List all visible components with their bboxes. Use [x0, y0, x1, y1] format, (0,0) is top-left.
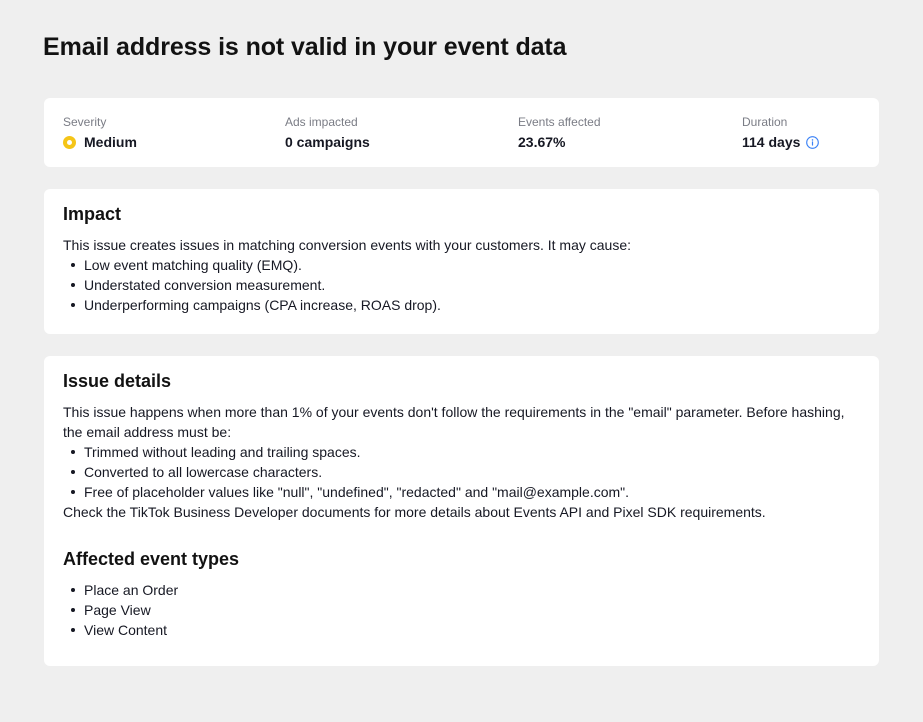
issue-details-body: This issue happens when more than 1% of … — [63, 402, 863, 522]
list-item: Trimmed without leading and trailing spa… — [63, 442, 863, 462]
affected-event-types-list: Place an Order Page View View Content — [63, 580, 863, 640]
issue-detail-page: Email address is not valid in your event… — [0, 0, 923, 722]
list-item: Page View — [63, 600, 863, 620]
list-item: Underperforming campaigns (CPA increase,… — [63, 295, 863, 315]
severity-value: Medium — [84, 134, 137, 150]
events-affected-label: Events affected — [518, 115, 601, 129]
impact-card: Impact This issue creates issues in matc… — [44, 189, 879, 334]
impact-list: Low event matching quality (EMQ). Unders… — [63, 255, 863, 315]
list-item: Free of placeholder values like "null", … — [63, 482, 863, 502]
affected-event-types-heading: Affected event types — [63, 549, 240, 569]
list-item: View Content — [63, 620, 863, 640]
severity-metric: Severity Medium — [63, 115, 137, 150]
affected-event-types-body: Place an Order Page View View Content — [63, 580, 863, 640]
ads-impacted-label: Ads impacted — [285, 115, 358, 129]
list-item: Low event matching quality (EMQ). — [63, 255, 863, 275]
severity-indicator-icon — [63, 135, 76, 149]
issue-details-outro: Check the TikTok Business Developer docu… — [63, 504, 766, 520]
list-item: Understated conversion measurement. — [63, 275, 863, 295]
duration-label: Duration — [742, 115, 788, 129]
issue-details-list: Trimmed without leading and trailing spa… — [63, 442, 863, 502]
impact-heading: Impact — [63, 204, 122, 224]
ads-impacted-metric: Ads impacted 0 campaigns — [285, 115, 370, 150]
impact-intro: This issue creates issues in matching co… — [63, 237, 632, 253]
impact-body: This issue creates issues in matching co… — [63, 235, 863, 315]
issue-details-heading: Issue details — [63, 371, 172, 391]
page-title: Email address is not valid in your event… — [43, 33, 567, 61]
list-item: Place an Order — [63, 580, 863, 600]
events-affected-metric: Events affected 23.67% — [518, 115, 601, 150]
list-item: Converted to all lowercase characters. — [63, 462, 863, 482]
duration-value: 114 days — [742, 134, 801, 150]
info-icon[interactable] — [806, 135, 820, 149]
issue-details-card: Issue details This issue happens when mo… — [44, 356, 879, 666]
severity-label: Severity — [63, 115, 107, 129]
ads-impacted-value: 0 campaigns — [285, 134, 370, 150]
events-affected-value: 23.67% — [518, 134, 566, 150]
duration-metric: Duration 114 days — [742, 115, 820, 150]
issue-details-intro: This issue happens when more than 1% of … — [63, 404, 845, 440]
issue-summary-card: Severity Medium Ads impacted 0 campaigns… — [44, 98, 879, 167]
